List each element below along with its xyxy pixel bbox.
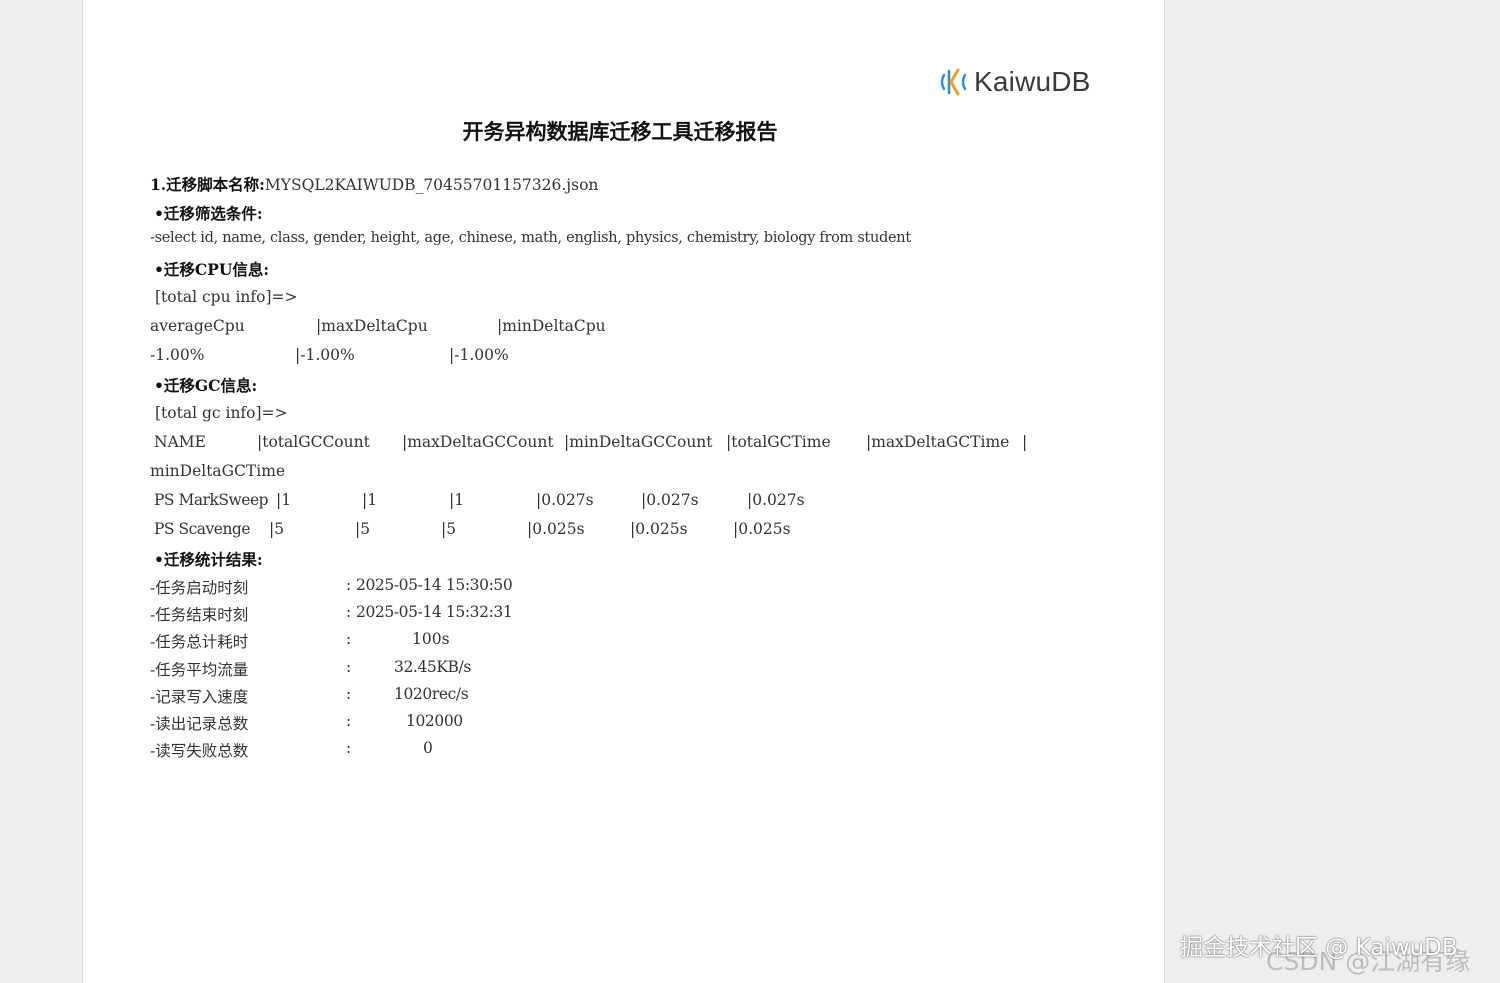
stat-sep: : [346, 576, 352, 594]
cpu-header-cell: |minDeltaCpu [497, 317, 606, 335]
gc-header-cell: |maxDeltaGCCount [402, 433, 554, 451]
kaiwudb-logo-icon [940, 68, 967, 96]
gc-row-cell: |0.025s [630, 520, 688, 538]
script-name-line: 1.迁移脚本名称:MYSQL2KAIWUDB_704557011573​26.j… [150, 173, 598, 195]
gc-header-cell: |minDeltaGCCount [564, 433, 713, 451]
report-title: 开务异构数据库迁移工具迁移报告 [462, 119, 778, 144]
gc-row-cell: |5 [355, 520, 371, 538]
stat-value: 32.45KB/s [394, 658, 471, 676]
filter-sql: -select id, name, class, gender, height,… [150, 230, 911, 246]
gc-header-cell: | [1022, 433, 1028, 451]
cpu-value-cell: |-1.00% [295, 346, 355, 364]
gc-row-cell: |1 [449, 491, 465, 509]
stat-label: -任务平均流量 [150, 661, 249, 679]
stat-value: 1020rec/s [394, 685, 469, 703]
gc-row-cell: PS Scavenge [154, 520, 251, 538]
gc-header-cell: NAME [154, 433, 206, 451]
gc-row-cell: |1 [276, 491, 292, 509]
stat-label: -读写失败总数 [150, 742, 249, 760]
gc-heading: •迁移GC信息: [154, 376, 258, 395]
gc-row-cell: |0.025s [527, 520, 585, 538]
script-name-value: MYSQL2KAIWUDB_704557011573​26.json [264, 176, 599, 194]
gc-row-cell: |0.027s [747, 491, 805, 509]
stat-sep: : [346, 685, 352, 703]
gc-header-cell: |totalGCCount [257, 433, 370, 451]
stat-sep: : [346, 603, 352, 621]
cpu-header-cell: |maxDeltaCpu [316, 317, 428, 335]
gc-header-wrap: minDeltaGCTime [150, 462, 286, 480]
cpu-value-cell: -1.00% [150, 346, 205, 364]
cpu-label: [total cpu info]=> [155, 288, 298, 306]
cpu-heading: •迁移CPU信息: [154, 260, 270, 279]
stat-sep: : [346, 630, 352, 648]
stat-label: -记录写入速度 [150, 688, 249, 706]
kaiwudb-logo: KaiwuDB [938, 64, 1091, 100]
stat-value: 102000 [406, 712, 463, 730]
stat-value: 2025-05-14 15:32:31 [356, 603, 513, 621]
script-name-label: 1.迁移脚本名称: [150, 175, 265, 194]
juejin-watermark: 掘金技术社区 @ KaiwuDB [1180, 935, 1458, 961]
gc-row-cell: |5 [441, 520, 457, 538]
stats-heading: •迁移统计结果: [154, 550, 263, 569]
logo-text: KaiwuDB [974, 66, 1091, 97]
stat-value: 2025-05-14 15:30:50 [356, 576, 513, 594]
stat-label: -任务总计耗时 [150, 633, 249, 651]
gc-header-cell: |totalGCTime [726, 433, 831, 451]
cpu-header-cell: averageCpu [150, 317, 245, 335]
stat-value: 0 [423, 739, 433, 757]
gc-row-cell: |0.027s [536, 491, 594, 509]
filter-heading: •迁移筛选条件: [154, 204, 263, 223]
stat-value: 100s [412, 630, 450, 648]
gc-row-cell: |0.027s [641, 491, 699, 509]
cpu-value-cell: |-1.00% [449, 346, 509, 364]
stat-sep: : [346, 739, 352, 757]
stat-sep: : [346, 658, 352, 676]
stat-label: -任务启动时刻 [150, 579, 249, 597]
gc-row-cell: |1 [362, 491, 378, 509]
gc-row-cell: |0.025s [733, 520, 791, 538]
gc-label: [total gc info]=> [155, 404, 288, 422]
gc-row-cell: |5 [269, 520, 285, 538]
stat-label: -读出记录总数 [150, 715, 249, 733]
gc-row-cell: PS MarkSweep [154, 491, 269, 509]
stat-label: -任务结束时刻 [150, 606, 249, 624]
stat-sep: : [346, 712, 352, 730]
gc-header-cell: |maxDeltaGCTime [866, 433, 1010, 451]
